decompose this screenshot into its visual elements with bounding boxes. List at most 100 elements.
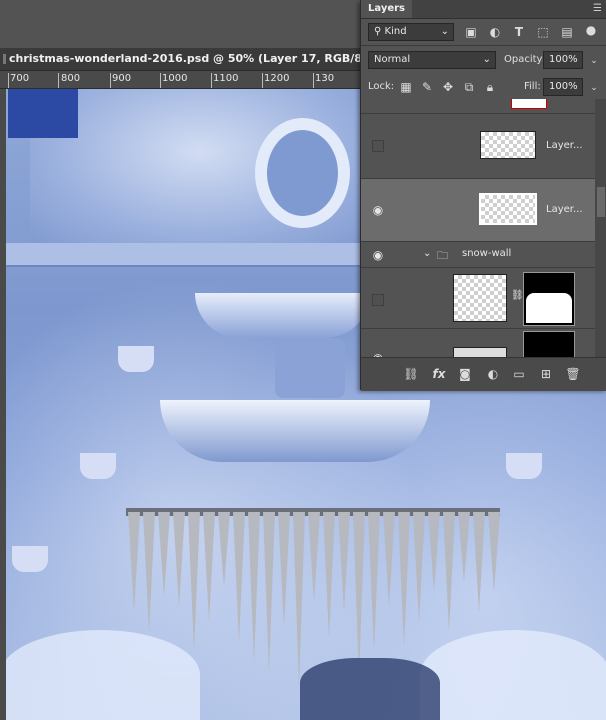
ruler-tick: [8, 73, 9, 88]
lock-transparent-icon[interactable]: ▦: [398, 80, 414, 94]
icicle: [338, 512, 350, 612]
icicle: [308, 512, 320, 602]
layer-mask-thumbnail[interactable]: [523, 272, 575, 326]
icicle: [173, 512, 185, 607]
smart-object-filter-icon[interactable]: ▤: [559, 25, 575, 39]
layer-group-row[interactable]: ◉ ⌄ 🗀︎ snow-wall: [361, 242, 595, 268]
group-name[interactable]: snow-wall: [462, 248, 511, 259]
layer-thumbnail: [511, 99, 547, 109]
visibility-toggle[interactable]: [372, 140, 384, 152]
document-title: christmas-wonderland-2016.psd @ 50% (Lay…: [9, 52, 377, 65]
artwork-snow: [0, 630, 200, 720]
tab-grip-icon: [3, 54, 6, 64]
filter-kind-select[interactable]: ⚲ Kind ⌄: [368, 23, 454, 41]
shape-filter-icon[interactable]: ⬚: [535, 25, 551, 39]
icicle: [143, 512, 155, 632]
artwork-sky-patch: [8, 88, 78, 138]
icicle: [218, 512, 230, 587]
link-icon[interactable]: ⛓︎: [511, 290, 524, 301]
layer-row[interactable]: ⛓︎: [361, 268, 595, 329]
chevron-down-icon[interactable]: ⌄: [586, 54, 602, 68]
ruler-label: 1100: [213, 73, 239, 84]
layer-row[interactable]: [361, 99, 595, 114]
icicle: [353, 512, 365, 677]
artwork-shadow: [300, 658, 440, 720]
divider: [361, 45, 606, 46]
trash-icon[interactable]: 🗑︎: [565, 367, 581, 381]
artwork-snow: [420, 630, 606, 720]
fill-input[interactable]: 100%: [543, 78, 583, 96]
icicle: [278, 512, 290, 627]
filter-toggle-icon[interactable]: ●: [583, 23, 599, 37]
type-filter-icon[interactable]: T: [511, 25, 527, 39]
tab-layers[interactable]: Layers: [361, 0, 412, 18]
ruler-tick: [58, 73, 59, 88]
icicle: [158, 512, 170, 597]
ruler-label: 1200: [264, 73, 290, 84]
chevron-down-icon: ⌄: [440, 26, 449, 37]
mask-icon[interactable]: ◙: [457, 367, 473, 381]
artwork-pedestal: [275, 338, 345, 398]
icicle: [233, 512, 245, 642]
lock-position-icon[interactable]: ✥: [440, 80, 456, 94]
eye-icon[interactable]: ◉: [371, 203, 385, 217]
ruler-tick: [262, 73, 263, 88]
artwork-bracket: [80, 453, 116, 479]
visibility-toggle[interactable]: [372, 294, 384, 306]
adjustment-icon[interactable]: ◐: [485, 367, 501, 381]
icicle: [398, 512, 410, 647]
blend-mode-value: Normal: [374, 54, 411, 65]
ruler-tick: [211, 73, 212, 88]
ruler-label: 1000: [162, 73, 188, 84]
eye-icon[interactable]: ◉: [371, 248, 385, 262]
document-tab[interactable]: christmas-wonderland-2016.psd @ 50% (Lay…: [0, 48, 377, 71]
icicle: [443, 512, 455, 632]
lock-all-icon[interactable]: 🔒︎: [482, 80, 498, 94]
layer-thumbnail: [453, 274, 507, 322]
ruler-label: 700: [10, 73, 30, 84]
panel-menu-icon[interactable]: ☰: [593, 3, 602, 14]
chevron-down-icon[interactable]: ⌄: [586, 81, 602, 95]
image-filter-icon[interactable]: ▣: [463, 25, 479, 39]
filter-kind-value: Kind: [384, 26, 407, 37]
layer-thumbnail: [453, 347, 507, 357]
lock-artboard-icon[interactable]: ⧉: [461, 80, 477, 94]
fx-icon[interactable]: fx: [431, 367, 447, 381]
layer-list-scrollbar[interactable]: [595, 99, 606, 357]
ruler-label: 900: [112, 73, 132, 84]
icicle: [413, 512, 425, 622]
lock-paint-icon[interactable]: ✎: [419, 80, 435, 94]
icicle: [263, 512, 275, 672]
vertical-ruler: [0, 88, 6, 720]
artwork-lower-basin: [160, 400, 430, 462]
adjustment-filter-icon[interactable]: ◐: [487, 25, 503, 39]
icicle: [368, 512, 380, 652]
ruler-tick: [110, 73, 111, 88]
icicle: [188, 512, 200, 652]
folder-icon: 🗀︎: [437, 249, 448, 262]
layer-name[interactable]: Layer...: [546, 140, 583, 151]
new-layer-icon[interactable]: ⊞: [538, 367, 554, 381]
blend-mode-select[interactable]: Normal ⌄: [368, 51, 496, 69]
layer-row-selected[interactable]: ◉ Layer...: [361, 179, 595, 242]
fill-label: Fill:: [524, 81, 541, 92]
artwork-bracket: [118, 346, 154, 372]
ruler-tick: [160, 73, 161, 88]
group-folder-icon[interactable]: ▭: [511, 367, 527, 381]
chevron-down-icon[interactable]: ⌄: [423, 248, 431, 259]
opacity-input[interactable]: 100%: [543, 51, 583, 69]
layer-mask-thumbnail[interactable]: [523, 331, 575, 357]
ruler-tick: [313, 73, 314, 88]
layer-thumbnail: [480, 131, 536, 159]
mask-shape: [526, 293, 572, 323]
icicle: [488, 512, 500, 592]
scrollbar-thumb[interactable]: [597, 187, 605, 217]
icicle: [293, 512, 305, 687]
link-icon[interactable]: ⛓︎: [403, 367, 419, 381]
layer-name[interactable]: Layer...: [546, 204, 583, 215]
artwork-stone-beam: [0, 243, 360, 267]
panel-tab-bar: Layers ☰: [361, 0, 606, 19]
layer-row[interactable]: Layer...: [361, 114, 595, 179]
icicle: [428, 512, 440, 592]
layer-row[interactable]: ◉: [361, 329, 595, 357]
